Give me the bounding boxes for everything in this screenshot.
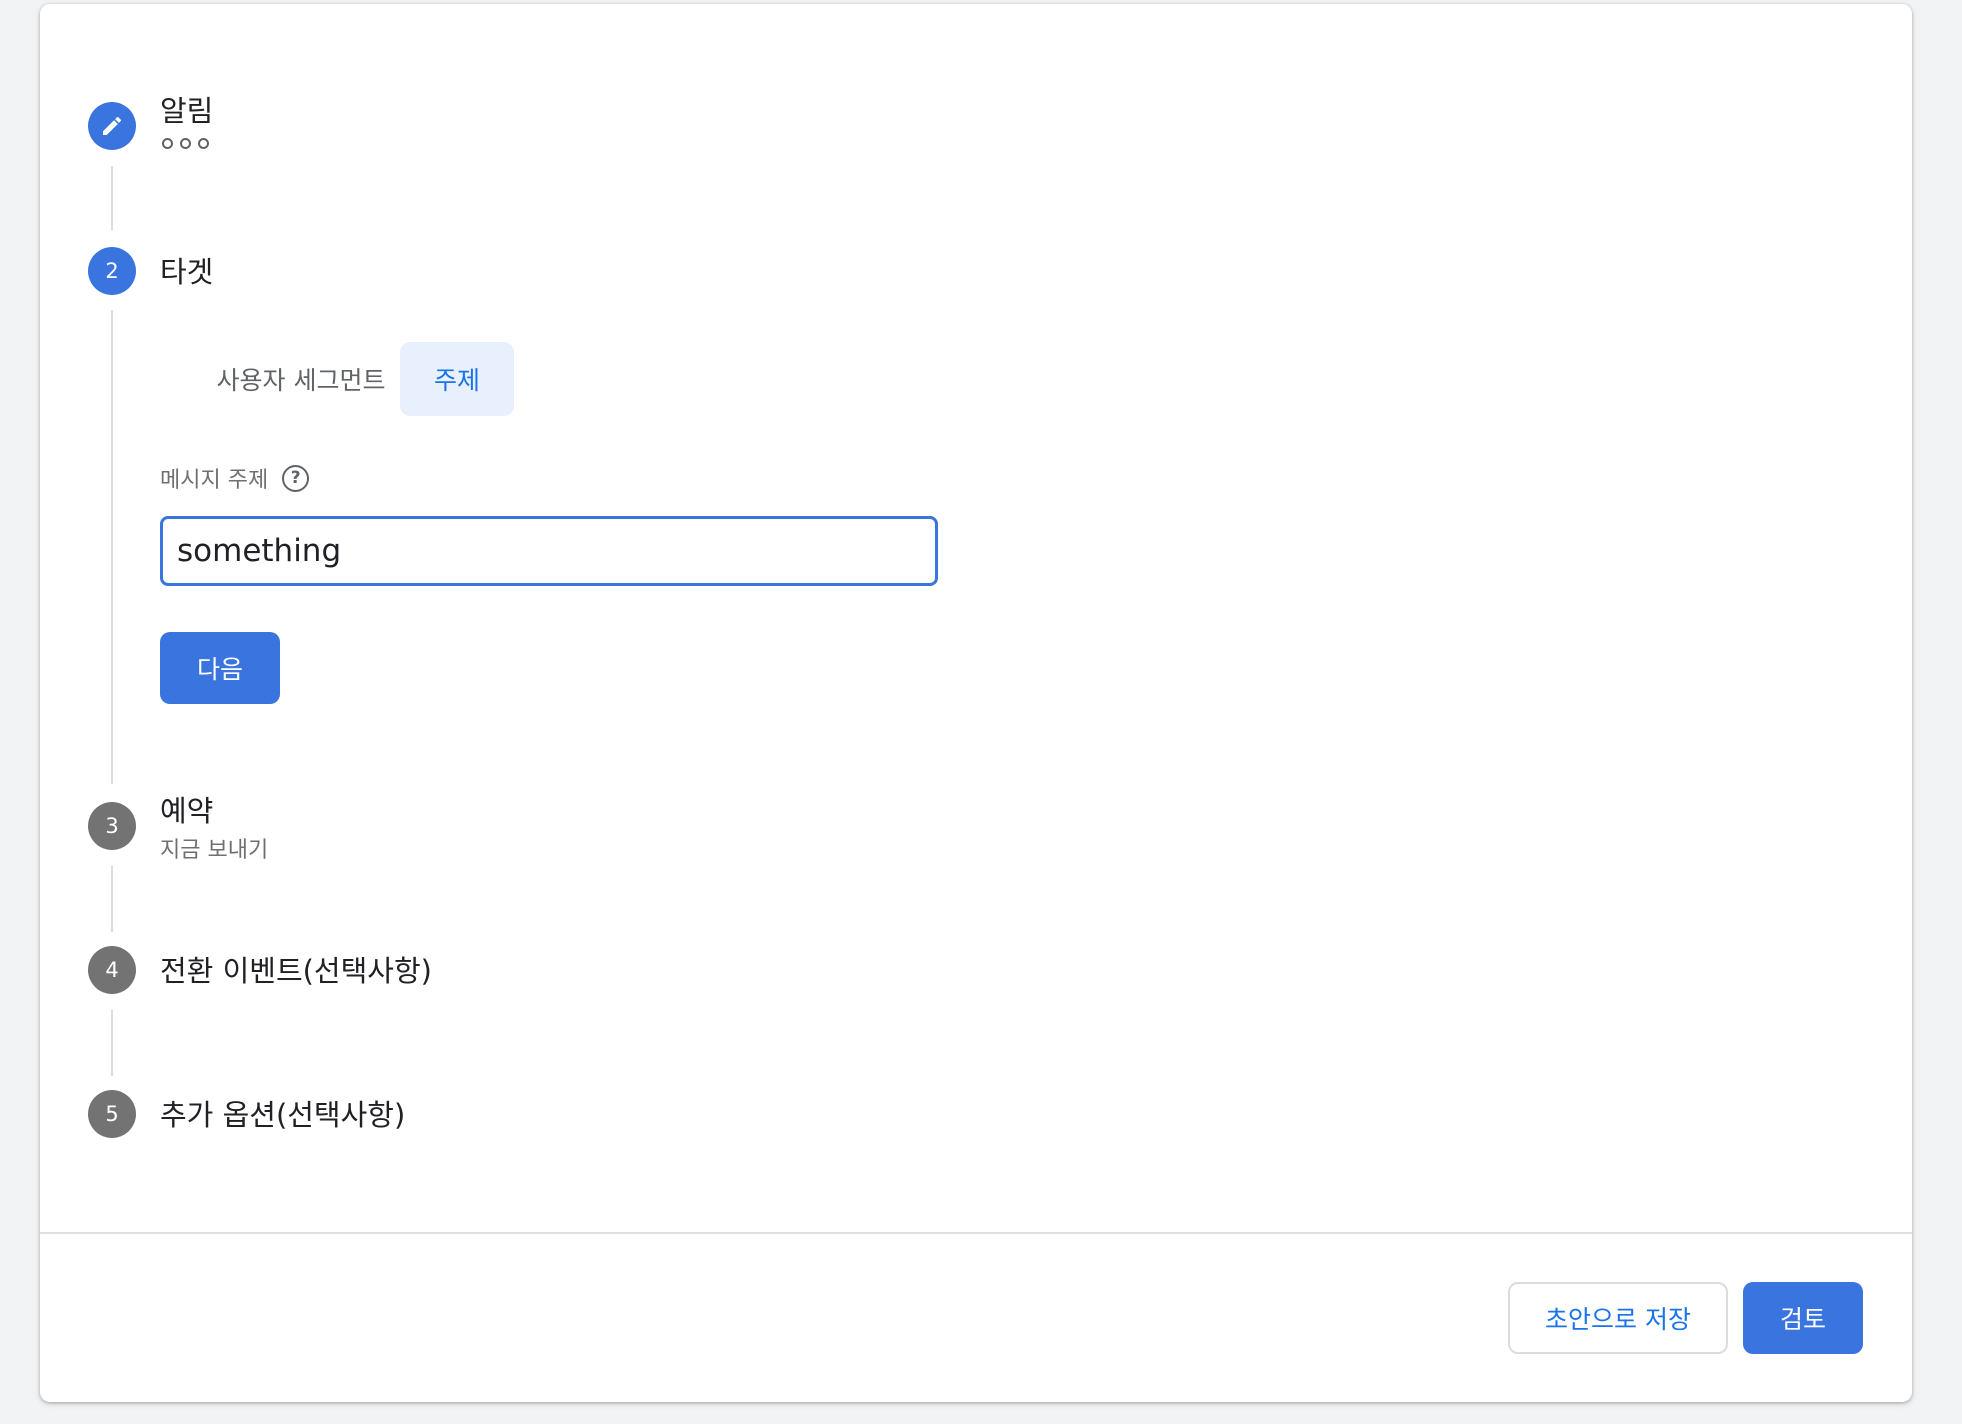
step-3-indicator[interactable]: 3 (88, 802, 136, 850)
message-topic-label: 메시지 주제 ? (160, 462, 310, 494)
step-5-number: 5 (105, 1102, 119, 1126)
summary-dot (198, 138, 209, 149)
step-3-subtitle: 지금 보내기 (160, 838, 269, 863)
step-1-title[interactable]: 알림 (160, 88, 213, 130)
tab-user-segment[interactable]: 사용자 세그먼트 (190, 342, 412, 416)
step-connector (111, 310, 113, 784)
review-button[interactable]: 검토 (1743, 1282, 1863, 1354)
pencil-icon (103, 116, 122, 135)
step-connector (111, 1010, 113, 1076)
step-1-summary-dots (162, 138, 209, 149)
message-topic-input[interactable] (160, 516, 938, 586)
step-4-number: 4 (105, 958, 119, 982)
step-5-indicator[interactable]: 5 (88, 1090, 136, 1138)
next-button[interactable]: 다음 (160, 632, 280, 704)
save-draft-button[interactable]: 초안으로 저장 (1508, 1282, 1728, 1354)
step-4-indicator[interactable]: 4 (88, 946, 136, 994)
notification-composer-card: 알림 2 타겟 사용자 세그먼트 주제 메시지 주제 ? 다음 3 예약 지금 … (40, 4, 1912, 1402)
tab-topic[interactable]: 주제 (400, 342, 514, 416)
step-2-number: 2 (105, 259, 119, 283)
summary-dot (180, 138, 191, 149)
message-topic-label-text: 메시지 주제 (160, 468, 269, 493)
step-5-title[interactable]: 추가 옵션(선택사항) (160, 1092, 405, 1134)
step-3-number: 3 (105, 814, 119, 838)
step-4-title[interactable]: 전환 이벤트(선택사항) (160, 948, 432, 990)
step-2-title[interactable]: 타겟 (160, 249, 213, 291)
step-1-indicator[interactable] (88, 102, 136, 150)
step-3-title[interactable]: 예약 (160, 788, 213, 830)
step-connector (111, 866, 113, 932)
help-circle-icon[interactable]: ? (282, 464, 310, 492)
step-connector (111, 166, 113, 230)
footer-divider (40, 1232, 1912, 1234)
step-2-indicator[interactable]: 2 (88, 247, 136, 295)
summary-dot (162, 138, 173, 149)
